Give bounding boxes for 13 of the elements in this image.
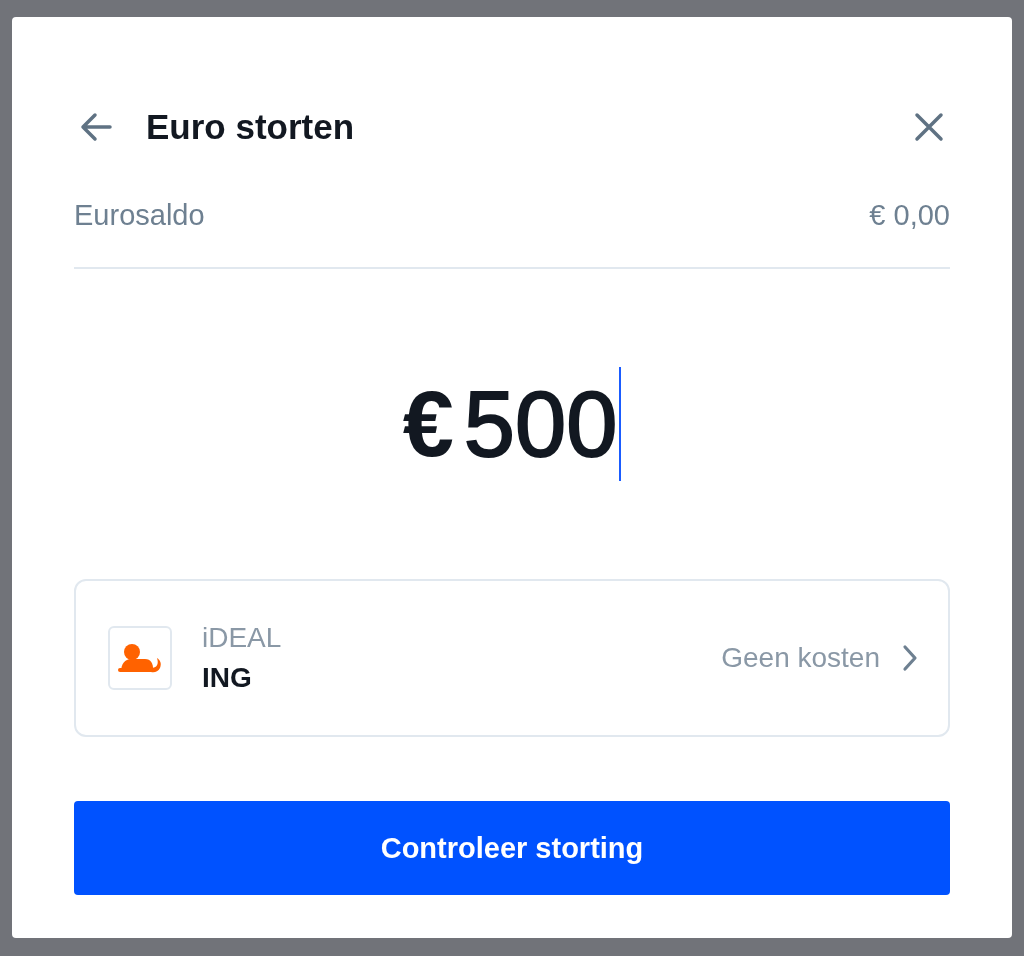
currency-symbol: €: [402, 371, 454, 477]
chevron-right-icon: [902, 644, 918, 672]
dialog-title: Euro storten: [146, 107, 356, 147]
fee-label: Geen kosten: [721, 642, 880, 674]
payment-method-name: iDEAL: [202, 622, 283, 654]
confirm-deposit-button[interactable]: Controleer storting: [74, 801, 950, 895]
bank-logo-icon: [108, 626, 172, 690]
close-icon[interactable]: [912, 110, 946, 144]
payment-method-card[interactable]: iDEAL ING Geen kosten: [74, 579, 950, 737]
balance-value: € 0,00: [869, 198, 950, 232]
amount-field[interactable]: 500: [463, 371, 618, 477]
bank-name: ING: [202, 662, 253, 694]
balance-label: Eurosaldo: [74, 198, 205, 232]
